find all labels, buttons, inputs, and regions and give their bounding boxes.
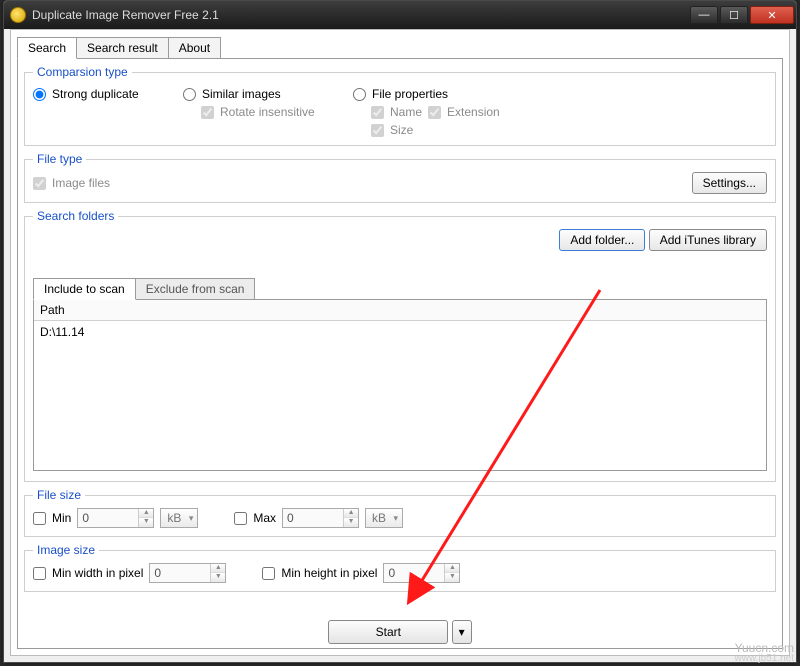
search-folders-group: Search folders Add folder... Add iTunes … [24,209,776,482]
close-button[interactable]: ✕ [750,6,794,24]
check-size-label: Size [390,123,413,137]
minh-spinner[interactable]: ▲▼ [383,563,460,583]
check-min-width[interactable]: Min width in pixel [33,566,143,580]
minw-value-input[interactable] [150,564,210,582]
radio-strong-input[interactable] [33,88,46,101]
check-extension: Extension [428,105,500,119]
app-window: Duplicate Image Remover Free 2.1 — ☐ ✕ S… [3,0,797,663]
check-minw-input[interactable] [33,567,46,580]
add-folder-button[interactable]: Add folder... [559,229,645,251]
check-max-input[interactable] [234,512,247,525]
check-rotate-label: Rotate insensitive [220,105,315,119]
minh-label: Min height in pixel [281,566,377,580]
check-name-label: Name [390,105,422,119]
check-min-height[interactable]: Min height in pixel [262,566,377,580]
filesize-group: File size Min ▲▼ kB Max [24,488,776,537]
check-image-files: Image files [33,176,110,190]
spin-up-icon[interactable]: ▲ [445,564,459,573]
radio-similar-label: Similar images [202,87,281,101]
main-tabs: Search Search result About [17,37,783,59]
minw-label: Min width in pixel [52,566,143,580]
start-dropdown-button[interactable]: ▾ [452,620,472,644]
max-value-input[interactable] [283,509,343,527]
check-rotate-input [201,106,214,119]
spin-up-icon[interactable]: ▲ [344,509,358,518]
titlebar[interactable]: Duplicate Image Remover Free 2.1 — ☐ ✕ [4,1,796,29]
min-value-input[interactable] [78,509,138,527]
spin-up-icon[interactable]: ▲ [211,564,225,573]
tab-include-scan[interactable]: Include to scan [33,278,136,300]
filetype-group: File type Image files Settings... [24,152,776,203]
check-size: Size [353,123,553,137]
radio-similar-images[interactable]: Similar images [183,87,353,101]
tab-panel-search: Comparsion type Strong duplicate Similar… [17,58,783,649]
check-filesize-min[interactable]: Min [33,511,71,525]
check-name: Name [371,105,422,119]
radio-strong-label: Strong duplicate [52,87,139,101]
filetype-legend: File type [33,152,86,166]
minh-value-input[interactable] [384,564,444,582]
radio-fileprops-label: File properties [372,87,448,101]
minimize-button[interactable]: — [690,6,718,24]
check-min-input[interactable] [33,512,46,525]
tab-search-result[interactable]: Search result [76,37,169,59]
spin-down-icon[interactable]: ▼ [211,573,225,582]
check-image-files-label: Image files [52,176,110,190]
imagesize-group: Image size Min width in pixel ▲▼ Min hei… [24,543,776,592]
check-filesize-max[interactable]: Max [234,511,276,525]
max-spinner[interactable]: ▲▼ [282,508,359,528]
radio-strong-duplicate[interactable]: Strong duplicate [33,87,183,101]
check-rotate-insensitive: Rotate insensitive [183,105,353,119]
comparison-group: Comparsion type Strong duplicate Similar… [24,65,776,146]
tab-exclude-scan[interactable]: Exclude from scan [135,278,256,300]
check-ext-input [428,106,441,119]
check-name-input [371,106,384,119]
tab-about[interactable]: About [168,37,221,59]
check-ext-label: Extension [447,105,500,119]
radio-similar-input[interactable] [183,88,196,101]
path-column-header[interactable]: Path [34,300,766,321]
check-image-files-input [33,177,46,190]
path-list[interactable]: D:\11.14 [34,321,766,343]
check-minh-input[interactable] [262,567,275,580]
spin-down-icon[interactable]: ▼ [445,573,459,582]
spin-up-icon[interactable]: ▲ [139,509,153,518]
minw-spinner[interactable]: ▲▼ [149,563,226,583]
imagesize-legend: Image size [33,543,99,557]
radio-file-properties[interactable]: File properties [353,87,553,101]
maximize-button[interactable]: ☐ [720,6,748,24]
client-area: Search Search result About Comparsion ty… [10,29,790,656]
path-row[interactable]: D:\11.14 [40,325,760,339]
min-unit-select[interactable]: kB [160,508,198,528]
tab-search[interactable]: Search [17,37,77,59]
add-itunes-button[interactable]: Add iTunes library [649,229,767,251]
filesize-min-label: Min [52,511,71,525]
spin-down-icon[interactable]: ▼ [344,518,358,527]
comparison-legend: Comparsion type [33,65,132,79]
search-folders-legend: Search folders [33,209,118,223]
path-panel: Path D:\11.14 [33,299,767,471]
min-spinner[interactable]: ▲▼ [77,508,154,528]
window-title: Duplicate Image Remover Free 2.1 [32,8,690,22]
check-size-input [371,124,384,137]
filesize-max-label: Max [253,511,276,525]
watermark: Yuucn.com www.jb51.net [735,642,794,664]
settings-button[interactable]: Settings... [692,172,767,194]
max-unit-select[interactable]: kB [365,508,403,528]
start-area: Start ▾ [18,620,782,644]
spin-down-icon[interactable]: ▼ [139,518,153,527]
filesize-legend: File size [33,488,85,502]
app-icon [10,7,26,23]
start-button[interactable]: Start [328,620,448,644]
radio-fileprops-input[interactable] [353,88,366,101]
watermark-sub: www.jb51.net [735,654,794,664]
